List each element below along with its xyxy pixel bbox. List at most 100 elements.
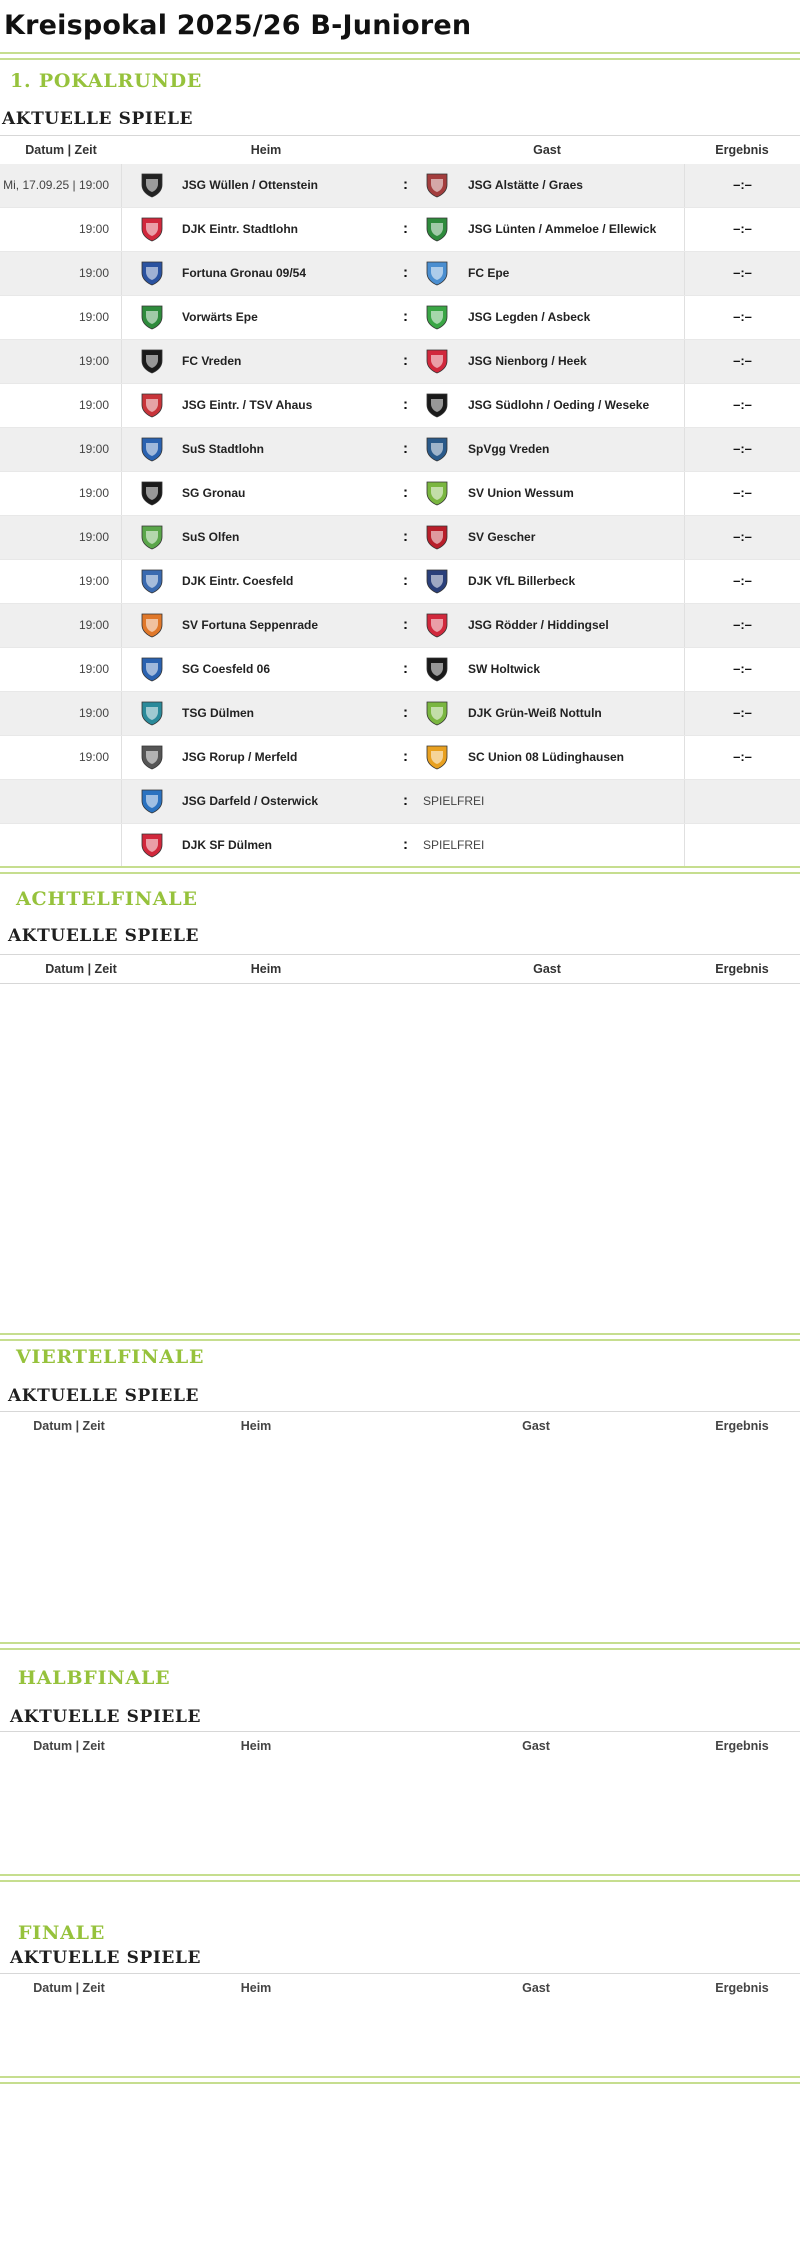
section-subtitle: AKTUELLE SPIELE <box>10 1707 202 1727</box>
home-team-name[interactable]: DJK SF Dülmen <box>182 824 272 867</box>
col-home-header[interactable]: Heim <box>241 1739 272 1753</box>
match-row[interactable]: 19:00 SG Coesfeld 06: SW Holtwick –:– <box>0 648 800 692</box>
match-date: Mi, 17.09.25 <box>3 178 70 192</box>
col-result-header[interactable]: Ergebnis <box>715 1981 769 1995</box>
home-team-name[interactable]: SuS Olfen <box>182 516 239 559</box>
match-row[interactable]: Mi, 17.09.25 | 19:00 JSG Wüllen / Ottenst… <box>0 164 800 208</box>
match-datetime: 19:00 <box>0 384 122 427</box>
away-team-name[interactable]: JSG Nienborg / Heek <box>468 340 587 383</box>
round-title-1-pokalrunde: 1. POKALRUNDE <box>10 70 203 92</box>
match-datetime: 19:00 <box>0 648 122 691</box>
match-row[interactable]: 19:00 DJK Eintr. Stadtlohn: JSG Lünten / A… <box>0 208 800 252</box>
home-team-name[interactable]: DJK Eintr. Stadtlohn <box>182 208 298 251</box>
match-row[interactable]: 19:00 SG Gronau: SV Union Wessum –:– <box>0 472 800 516</box>
home-team-name[interactable]: SG Gronau <box>182 472 245 515</box>
match-row[interactable]: 19:00 Vorwärts Epe: JSG Legden / Asbeck –:– <box>0 296 800 340</box>
col-away-header[interactable]: Gast <box>533 962 561 976</box>
away-team-name[interactable]: JSG Legden / Asbeck <box>468 296 590 339</box>
match-row[interactable]: 19:00 SuS Stadtlohn: SpVgg Vreden –:– <box>0 428 800 472</box>
home-team-name[interactable]: Fortuna Gronau 09/54 <box>182 252 306 295</box>
match-row[interactable]: 19:00 SuS Olfen: SV Gescher –:– <box>0 516 800 560</box>
home-team-name[interactable]: JSG Wüllen / Ottenstein <box>182 164 318 207</box>
away-team-crest-icon <box>423 171 451 199</box>
match-result[interactable]: –:– <box>684 428 800 471</box>
match-result[interactable]: –:– <box>684 648 800 691</box>
score-separator: : <box>403 704 408 721</box>
col-away-header[interactable]: Gast <box>522 1981 550 1995</box>
col-home-header[interactable]: Heim <box>241 1981 272 1995</box>
away-team-crest-icon <box>423 303 451 331</box>
match-row[interactable]: 19:00 JSG Rorup / Merfeld: SC Union 08 Lüd… <box>0 736 800 780</box>
match-result[interactable]: –:– <box>684 516 800 559</box>
away-team-name[interactable]: SV Union Wessum <box>468 472 574 515</box>
match-row[interactable]: 19:00 Fortuna Gronau 09/54: FC Epe –:– <box>0 252 800 296</box>
table-header: Datum | Zeit Heim Gast Ergebnis <box>0 1411 800 1440</box>
col-home-header[interactable]: Heim <box>251 143 282 157</box>
home-team-name[interactable]: JSG Eintr. / TSV Ahaus <box>182 384 312 427</box>
home-team-name[interactable]: JSG Darfeld / Osterwick <box>182 780 318 823</box>
match-result[interactable]: –:– <box>684 252 800 295</box>
match-result[interactable]: –:– <box>684 736 800 779</box>
match-result[interactable]: –:– <box>684 340 800 383</box>
home-team-name[interactable]: JSG Rorup / Merfeld <box>182 736 297 779</box>
away-team-name[interactable]: JSG Rödder / Hiddingsel <box>468 604 609 647</box>
home-team-name[interactable]: Vorwärts Epe <box>182 296 258 339</box>
col-date-header[interactable]: Datum | Zeit <box>33 1981 105 1995</box>
home-team-name[interactable]: SuS Stadtlohn <box>182 428 264 471</box>
match-row[interactable]: 19:00 TSG Dülmen: DJK Grün-Weiß Nottuln –:– <box>0 692 800 736</box>
match-time: 19:00 <box>78 310 109 324</box>
home-team-name[interactable]: DJK Eintr. Coesfeld <box>182 560 293 603</box>
away-team-name[interactable]: SC Union 08 Lüdinghausen <box>468 736 624 779</box>
match-row[interactable]: 19:00 JSG Eintr. / TSV Ahaus: JSG Südlohn … <box>0 384 800 428</box>
match-row[interactable]: 19:00 FC Vreden: JSG Nienborg / Heek –:– <box>0 340 800 384</box>
match-row[interactable]: 19:00 SV Fortuna Seppenrade: JSG Rödder / … <box>0 604 800 648</box>
match-result[interactable]: –:– <box>684 692 800 735</box>
col-result-header[interactable]: Ergebnis <box>715 1739 769 1753</box>
away-team-crest-icon <box>423 567 451 595</box>
away-team-name[interactable]: DJK VfL Billerbeck <box>468 560 575 603</box>
col-away-header[interactable]: Gast <box>522 1739 550 1753</box>
match-result[interactable]: –:– <box>684 384 800 427</box>
away-team-name[interactable]: JSG Südlohn / Oeding / Weseke <box>468 384 649 427</box>
col-result-header[interactable]: Ergebnis <box>715 1419 769 1433</box>
col-away-header[interactable]: Gast <box>522 1419 550 1433</box>
away-team-name[interactable]: SV Gescher <box>468 516 535 559</box>
match-result[interactable]: –:– <box>684 164 800 207</box>
home-team-name[interactable]: SG Coesfeld 06 <box>182 648 270 691</box>
col-date-header[interactable]: Datum | Zeit <box>33 1739 105 1753</box>
home-team-name[interactable]: TSG Dülmen <box>182 692 254 735</box>
match-datetime <box>0 780 122 823</box>
divider <box>0 1874 800 1882</box>
away-team-name[interactable]: JSG Lünten / Ammeloe / Ellewick <box>468 208 656 251</box>
home-team-name[interactable]: FC Vreden <box>182 340 241 383</box>
col-result-header[interactable]: Ergebnis <box>715 962 769 976</box>
col-home-header[interactable]: Heim <box>241 1419 272 1433</box>
away-team-name[interactable]: JSG Alstätte / Graes <box>468 164 583 207</box>
score-separator: : <box>403 484 408 501</box>
col-date-header[interactable]: Datum | Zeit <box>25 143 97 157</box>
home-team-name[interactable]: SV Fortuna Seppenrade <box>182 604 318 647</box>
match-result[interactable]: –:– <box>684 560 800 603</box>
table-header: Datum | Zeit Heim Gast Ergebnis <box>0 1731 800 1760</box>
away-team-name[interactable]: DJK Grün-Weiß Nottuln <box>468 692 602 735</box>
match-row[interactable]: 19:00 DJK Eintr. Coesfeld: DJK VfL Billerb… <box>0 560 800 604</box>
col-result-header[interactable]: Ergebnis <box>715 143 769 157</box>
col-away-header[interactable]: Gast <box>533 143 561 157</box>
section-subtitle: AKTUELLE SPIELE <box>8 1386 200 1406</box>
match-result[interactable]: –:– <box>684 604 800 647</box>
match-time: 19:00 <box>78 354 109 368</box>
col-date-header[interactable]: Datum | Zeit <box>33 1419 105 1433</box>
bye-label: SPIELFREI <box>423 794 485 808</box>
match-datetime: 19:00 <box>0 604 122 647</box>
score-separator: : <box>403 616 408 633</box>
away-team-crest-icon <box>423 699 451 727</box>
match-result[interactable]: –:– <box>684 296 800 339</box>
away-team-name[interactable]: SpVgg Vreden <box>468 428 549 471</box>
away-team-name[interactable]: FC Epe <box>468 252 509 295</box>
match-time: 19:00 <box>78 618 109 632</box>
col-date-header[interactable]: Datum | Zeit <box>45 962 117 976</box>
col-home-header[interactable]: Heim <box>251 962 282 976</box>
away-team-name[interactable]: SW Holtwick <box>468 648 540 691</box>
match-result[interactable]: –:– <box>684 472 800 515</box>
match-result[interactable]: –:– <box>684 208 800 251</box>
